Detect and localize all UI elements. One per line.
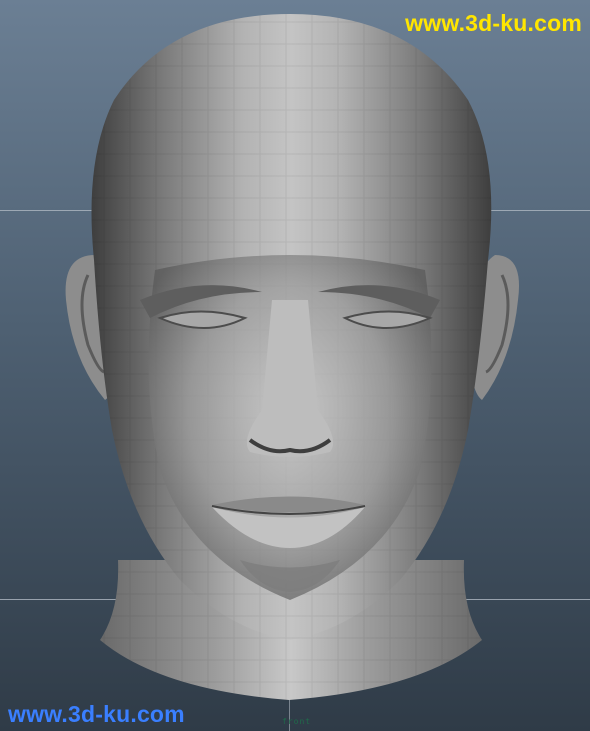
watermark-top: www.3d-ku.com (405, 10, 582, 36)
watermark-bottom: www.3d-ku.com (8, 701, 185, 727)
camera-label: front (282, 717, 312, 726)
3d-viewport[interactable]: www.3d-ku.com www.3d-ku.com front (0, 0, 590, 731)
head-mesh-model[interactable] (0, 0, 590, 731)
